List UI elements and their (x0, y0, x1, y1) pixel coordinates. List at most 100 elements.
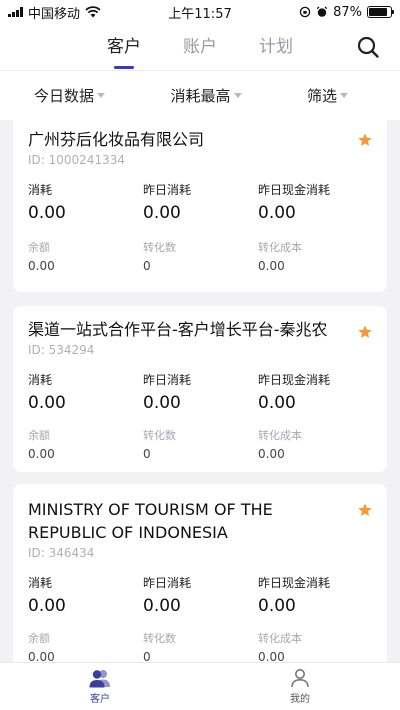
customer-id: ID: 1000241334 (28, 153, 125, 167)
metric-conv-cost: 转化成本 0.00 (258, 239, 372, 273)
wifi-icon (85, 6, 101, 18)
metric-value: 0 (143, 259, 151, 273)
metric-label: 昨日消耗 (143, 183, 192, 197)
metric-yesterday-spend: 昨日消耗 0.00 (143, 574, 258, 616)
bottom-tab-customers[interactable]: 客户 (0, 663, 200, 710)
rotation-lock-icon (299, 6, 311, 18)
battery-fill (369, 8, 388, 16)
profile-icon (291, 669, 309, 688)
tab-customers[interactable]: 客户 (107, 32, 141, 63)
star-icon[interactable] (357, 132, 373, 148)
battery-percent: 87% (333, 4, 362, 20)
battery-icon (367, 6, 394, 18)
bottom-tab-mine[interactable]: 我的 (200, 663, 400, 710)
alarm-icon (316, 6, 328, 17)
metric-spend: 消耗 0.00 (28, 181, 143, 223)
search-icon[interactable] (356, 35, 380, 59)
metric-label: 昨日现金消耗 (258, 373, 331, 387)
customer-name: 渠道一站式合作平台-客户增长平台-秦兆农 (28, 320, 328, 339)
tab-accounts[interactable]: 账户 (183, 32, 217, 63)
star-icon[interactable] (357, 502, 373, 518)
metrics-secondary: 余额 0.00 转化数 0 转化成本 0.00 (28, 239, 372, 273)
caret-down-icon (97, 93, 106, 98)
metric-conversions: 转化数 0 (143, 427, 258, 461)
metric-balance: 余额 0.00 (28, 239, 143, 273)
filter-sort-label: 消耗最高 (170, 87, 231, 105)
metric-spend: 消耗 0.00 (28, 371, 143, 413)
customer-card[interactable]: MINISTRY OF TOURISM OF THE REPUBLIC OF I… (13, 484, 387, 662)
metric-value: 0.00 (258, 203, 296, 223)
metric-label: 余额 (28, 632, 50, 645)
customer-card[interactable]: 广州芬后化妆品有限公司 ID: 1000241334 消耗 0.00 昨日消耗 0.… (13, 120, 387, 292)
top-nav: 客户 账户 计划 (0, 24, 400, 70)
metric-value: 0.00 (28, 259, 55, 273)
metric-value: 0.00 (258, 596, 296, 616)
metric-label: 转化成本 (258, 632, 302, 645)
metric-balance: 余额 0.00 (28, 630, 143, 662)
caret-down-icon (339, 93, 348, 98)
metric-value: 0.00 (258, 259, 285, 273)
status-bar: 中国移动 上午11:57 87% (0, 0, 400, 24)
filter-screen-label: 筛选 (306, 87, 337, 105)
metric-label: 转化成本 (258, 429, 302, 442)
metric-conversions: 转化数 0 (143, 630, 258, 662)
customer-card[interactable]: 渠道一站式合作平台-客户增长平台-秦兆农 ID: 534294 消耗 0.00 昨… (13, 306, 387, 472)
metrics-main: 消耗 0.00 昨日消耗 0.00 昨日现金消耗 0.00 (28, 371, 372, 413)
metric-value: 0 (143, 650, 151, 662)
filter-date-dropdown[interactable]: 今日数据 (34, 85, 106, 106)
metric-value: 0.00 (143, 596, 181, 616)
metric-label: 昨日消耗 (143, 576, 192, 590)
metric-label: 余额 (28, 241, 50, 254)
metric-yesterday-cash: 昨日现金消耗 0.00 (258, 371, 372, 413)
metric-label: 昨日现金消耗 (258, 576, 331, 590)
metric-label: 余额 (28, 429, 50, 442)
metric-value: 0.00 (28, 393, 66, 413)
metric-label: 转化数 (143, 241, 176, 254)
metric-value: 0.00 (258, 650, 285, 662)
metric-value: 0.00 (143, 203, 181, 223)
metric-conversions: 转化数 0 (143, 239, 258, 273)
metric-value: 0.00 (258, 447, 285, 461)
metrics-main: 消耗 0.00 昨日消耗 0.00 昨日现金消耗 0.00 (28, 181, 372, 223)
customer-name: MINISTRY OF TOURISM OF THE REPUBLIC OF I… (28, 500, 273, 542)
customer-id: ID: 534294 (28, 343, 95, 357)
metric-value: 0.00 (28, 447, 55, 461)
customer-id: ID: 346434 (28, 546, 95, 560)
metric-label: 转化数 (143, 429, 176, 442)
metric-label: 昨日现金消耗 (258, 183, 331, 197)
bottom-tab-label: 我的 (290, 694, 310, 705)
metric-balance: 余额 0.00 (28, 427, 143, 461)
metric-yesterday-spend: 昨日消耗 0.00 (143, 181, 258, 223)
metric-value: 0.00 (28, 203, 66, 223)
metric-label: 消耗 (28, 373, 53, 387)
metric-conv-cost: 转化成本 0.00 (258, 427, 372, 461)
customer-list[interactable]: 广州芬后化妆品有限公司 ID: 1000241334 消耗 0.00 昨日消耗 0.… (0, 120, 400, 662)
metrics-main: 消耗 0.00 昨日消耗 0.00 昨日现金消耗 0.00 (28, 574, 372, 616)
metric-value: 0.00 (143, 393, 181, 413)
people-icon (89, 670, 110, 688)
metrics-secondary: 余额 0.00 转化数 0 转化成本 0.00 (28, 630, 372, 662)
metric-label: 转化成本 (258, 241, 302, 254)
filter-screen-dropdown[interactable]: 筛选 (307, 85, 348, 106)
bottom-tab-label: 客户 (90, 694, 110, 705)
metric-conv-cost: 转化成本 0.00 (258, 630, 372, 662)
metric-yesterday-cash: 昨日现金消耗 0.00 (258, 181, 372, 223)
star-icon[interactable] (357, 324, 373, 340)
signal-icon (8, 7, 23, 17)
filter-bar: 今日数据 消耗最高 筛选 (0, 70, 400, 120)
metric-label: 消耗 (28, 183, 53, 197)
customer-name: 广州芬后化妆品有限公司 (28, 130, 205, 149)
metric-label: 消耗 (28, 576, 53, 590)
metrics-secondary: 余额 0.00 转化数 0 转化成本 0.00 (28, 427, 372, 461)
tab-bar: 客户 账户 计划 (107, 32, 293, 63)
filter-sort-dropdown[interactable]: 消耗最高 (170, 85, 242, 106)
metric-spend: 消耗 0.00 (28, 574, 143, 616)
tab-plans[interactable]: 计划 (259, 32, 293, 63)
metric-yesterday-cash: 昨日现金消耗 0.00 (258, 574, 372, 616)
metric-label: 昨日消耗 (143, 373, 192, 387)
metric-value: 0.00 (28, 650, 55, 662)
filter-date-label: 今日数据 (34, 87, 95, 105)
status-left: 中国移动 (8, 3, 101, 22)
carrier-label: 中国移动 (28, 6, 81, 22)
caret-down-icon (233, 93, 242, 98)
